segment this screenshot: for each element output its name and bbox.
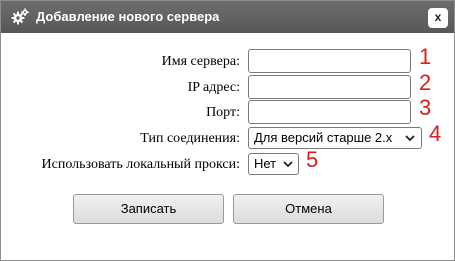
gears-icon — [11, 8, 29, 26]
port-row: Порт: 3 — [1, 95, 454, 126]
local-proxy-select[interactable]: Нет — [248, 153, 299, 175]
server-name-label: Имя сервера: — [161, 54, 240, 69]
connection-type-select[interactable]: Для версий старше 2.x — [248, 127, 422, 149]
marker-5: 5 — [306, 147, 319, 172]
add-server-dialog: Добавление нового сервера x Имя сервера:… — [0, 0, 455, 261]
dialog-titlebar[interactable]: Добавление нового сервера x — [1, 1, 454, 33]
close-button[interactable]: x — [428, 8, 448, 28]
server-name-input[interactable] — [248, 49, 411, 73]
connection-type-row: Тип соединения: Для версий старше 2.x 4 — [1, 121, 454, 152]
port-input[interactable] — [248, 100, 411, 124]
local-proxy-value: Нет — [254, 156, 277, 171]
marker-2: 2 — [419, 70, 432, 95]
save-button[interactable]: Записать — [73, 194, 224, 224]
ip-address-row: IP адрес: 2 — [1, 70, 454, 101]
ip-address-input[interactable] — [248, 75, 411, 99]
connection-type-value: Для версий старше 2.x — [254, 130, 393, 145]
marker-3: 3 — [419, 95, 432, 120]
chevron-down-icon — [404, 128, 416, 148]
local-proxy-row: Использовать локальный прокси: Нет 5 — [1, 147, 454, 178]
port-label: Порт: — [206, 105, 240, 120]
marker-1: 1 — [419, 44, 432, 69]
chevron-down-icon — [282, 154, 294, 174]
dialog-title: Добавление нового сервера — [36, 9, 220, 24]
connection-type-label: Тип соединения: — [140, 131, 240, 146]
cancel-button[interactable]: Отмена — [233, 194, 384, 224]
marker-4: 4 — [429, 121, 442, 146]
server-name-row: Имя сервера: 1 — [1, 44, 454, 75]
local-proxy-label: Использовать локальный прокси: — [41, 157, 240, 172]
ip-address-label: IP адрес: — [187, 80, 240, 95]
